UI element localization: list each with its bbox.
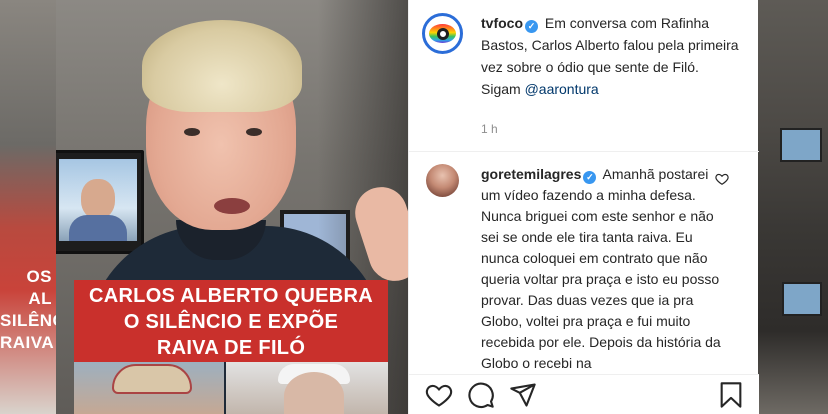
comment-body: Amanhã postarei um vídeo fazendo a minha… [481, 166, 721, 371]
background-blur-text: OS AL SILÊNC RAIVA [0, 266, 66, 354]
post-time[interactable]: 1 h [481, 122, 498, 136]
blur-line: OS AL [26, 267, 52, 308]
background-monitor [782, 282, 822, 316]
post-sidebar: tvfoco ✓ Em conversa com Rafinha Bastos, … [408, 0, 759, 414]
blur-line: SILÊNC [0, 311, 66, 330]
mention-link[interactable]: @aarontura [525, 81, 599, 97]
headline-line: RAIVA DE FILÓ [156, 337, 306, 359]
share-icon[interactable] [509, 381, 537, 409]
blur-line: RAIVA [0, 333, 55, 352]
comment-item: goretemilagres ✓ Amanhã postarei um vídeo… [409, 154, 759, 374]
thumbnail-left [74, 362, 224, 414]
verified-badge-icon: ✓ [583, 171, 597, 184]
headline-line: CARLOS ALBERTO QUEBRA [88, 285, 374, 307]
thumbnail-right [226, 362, 388, 414]
background-left-blur: OS AL SILÊNC RAIVA [0, 0, 66, 414]
comment-icon[interactable] [467, 381, 495, 409]
bookmark-icon[interactable] [717, 381, 745, 409]
comment-text: goretemilagres ✓ Amanhã postarei um vídeo… [481, 164, 727, 374]
presenter-hair [142, 20, 302, 112]
action-bar [409, 374, 759, 414]
caption-prefix: Sigam [481, 81, 525, 97]
background-right-blur [758, 0, 828, 414]
heart-icon[interactable] [425, 381, 453, 409]
post-username[interactable]: tvfoco [481, 15, 523, 31]
background-monitor [780, 128, 822, 162]
caption-text: tvfoco ✓ Em conversa com Rafinha Bastos, … [481, 12, 743, 100]
comment-like-heart-icon[interactable] [715, 172, 729, 186]
commenter-avatar[interactable] [426, 164, 459, 197]
headline-text: CARLOS ALBERTO QUEBRA O SILÊNCIO E EXPÕE… [74, 283, 388, 361]
studio-monitor [56, 150, 144, 254]
verified-badge-icon: ✓ [525, 20, 538, 33]
video-player[interactable]: CARLOS ALBERTO QUEBRA O SILÊNCIO E EXPÕE… [56, 0, 408, 414]
tvfoco-avatar[interactable] [422, 13, 463, 54]
headline-line: O SILÊNCIO E EXPÕE [123, 311, 339, 333]
comment-username[interactable]: goretemilagres [481, 166, 581, 182]
post-caption: tvfoco ✓ Em conversa com Rafinha Bastos, … [409, 0, 759, 152]
